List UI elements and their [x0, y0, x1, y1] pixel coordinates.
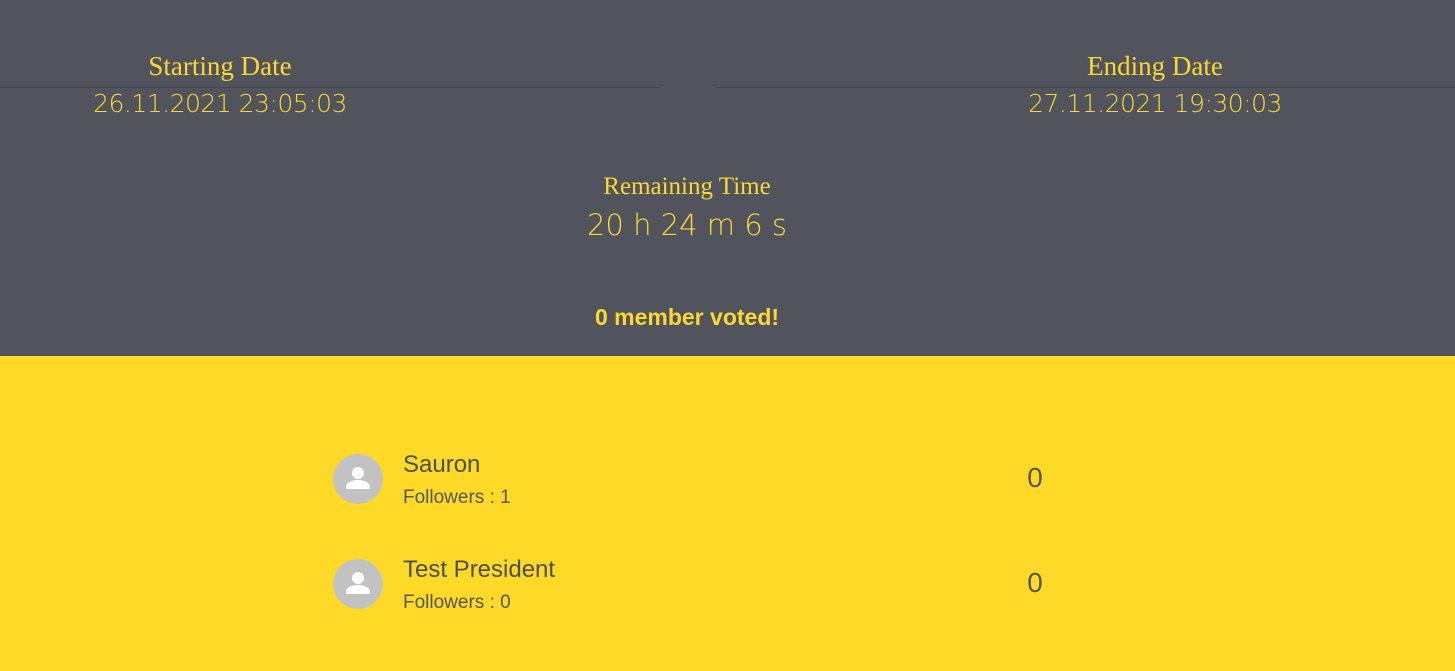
ending-date-value: 27.11.2021 19:30:03 — [1028, 89, 1282, 118]
remaining-time-value: 20 h 24 m 6 s — [586, 208, 788, 242]
ending-date-block: Ending Date 27.11.2021 19:30:03 — [955, 48, 1355, 120]
person-icon — [333, 454, 383, 504]
candidate-row[interactable]: Sauron Followers : 1 0 — [333, 448, 1053, 512]
candidate-row[interactable]: Test President Followers : 0 0 — [333, 553, 1053, 617]
candidate-votes: 0 — [1027, 462, 1043, 493]
candidate-votes: 0 — [1027, 567, 1043, 598]
voted-count-text: 0 member voted! — [594, 304, 780, 330]
remaining-time-label: Remaining Time — [603, 173, 771, 200]
person-icon — [333, 559, 383, 609]
candidate-name: Sauron — [403, 451, 481, 478]
ending-date-label: Ending Date — [1087, 51, 1223, 81]
starting-date-value: 26.11.2021 23:05:03 — [93, 89, 347, 118]
election-header: Starting Date 26.11.2021 23:05:03 Ending… — [0, 0, 1455, 356]
candidate-followers: Followers : 1 — [403, 487, 511, 508]
remaining-time-block: Remaining Time 20 h 24 m 6 s — [487, 171, 887, 245]
candidate-name: Test President — [403, 556, 556, 583]
starting-date-label: Starting Date — [148, 51, 292, 81]
starting-date-block: Starting Date 26.11.2021 23:05:03 — [20, 48, 420, 120]
candidate-followers: Followers : 0 — [403, 592, 511, 613]
